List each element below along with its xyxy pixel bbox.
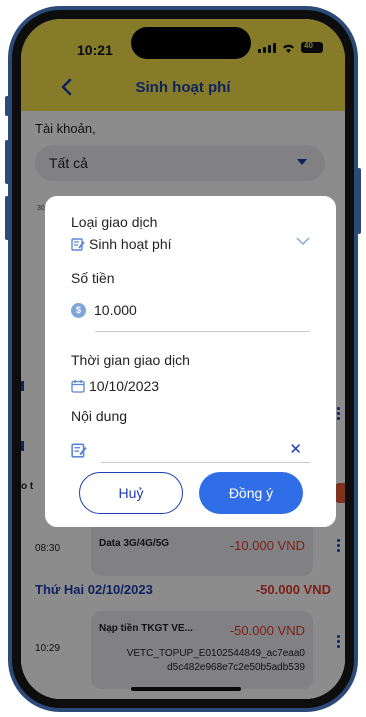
transaction-name: Data 3G/4G/5G: [99, 538, 170, 549]
transaction-time: 08:30: [35, 543, 61, 554]
peek-text: o t: [21, 481, 34, 492]
more-options-icon[interactable]: [337, 539, 341, 554]
app-header: 10:21 40 Sinh hoạt phí: [21, 19, 345, 111]
list-marker: [21, 381, 24, 391]
content-underline: [101, 462, 310, 463]
edit-note-icon: [71, 443, 87, 458]
battery-icon: 40: [301, 41, 323, 53]
more-options-icon[interactable]: [337, 635, 341, 650]
confirm-button[interactable]: Đồng ý: [199, 472, 303, 514]
transaction-name: Nạp tiền TKGT VE...: [99, 623, 193, 634]
edit-note-icon: [71, 238, 85, 251]
calendar-icon: [71, 380, 85, 393]
cancel-button[interactable]: Huỷ: [79, 472, 183, 514]
transaction-amount: -50.000 VND: [229, 623, 305, 638]
list-marker: [21, 441, 24, 451]
transaction-note-line: VETC_TOPUP_E0102544849_ac7eaa0: [126, 648, 305, 659]
transaction-note: VETC_TOPUP_E0102544849_ac7eaa0 d5c482e96…: [127, 647, 305, 675]
account-select[interactable]: Tất cả: [35, 145, 325, 181]
transaction-dialog: Loại giao dịch Sinh hoạt phí Số tiền $ 1…: [45, 196, 336, 527]
amount-underline: [95, 331, 310, 332]
content-label: Nội dung: [71, 408, 128, 424]
date-field[interactable]: 10/10/2023: [71, 378, 159, 394]
transaction-type-select[interactable]: Sinh hoạt phí: [71, 236, 172, 252]
amount-label: Số tiền: [71, 270, 115, 286]
transaction-type-label: Loại giao dịch: [71, 214, 158, 230]
status-icons: 40: [258, 41, 323, 53]
content-field[interactable]: [71, 442, 91, 458]
transaction-amount: -10.000 VND: [229, 538, 305, 553]
amount-field[interactable]: $ 10.000: [71, 302, 137, 318]
more-options-icon[interactable]: [337, 407, 341, 422]
transaction-time: 10:29: [35, 643, 61, 654]
account-label: Tài khoản,: [35, 121, 96, 136]
battery-level: 40: [304, 41, 313, 50]
day-total: -50.000 VND: [255, 582, 331, 597]
peek-badge: [335, 483, 345, 503]
day-label: Thứ Hai 02/10/2023: [35, 582, 153, 597]
dynamic-island: [131, 27, 251, 59]
transaction-time-label: Thời gian giao dịch: [71, 352, 190, 368]
page-title: Sinh hoạt phí: [135, 79, 231, 96]
dropdown-triangle-icon: [297, 159, 307, 165]
date-value: 10/10/2023: [89, 378, 160, 394]
status-time: 10:21: [77, 42, 113, 58]
home-indicator: [131, 687, 241, 691]
money-icon: $: [71, 302, 86, 318]
transaction-note-line: d5c482e968e7c2e50b5adb539: [167, 662, 305, 673]
chevron-down-icon[interactable]: [296, 236, 310, 246]
clear-icon[interactable]: ✕: [289, 440, 302, 458]
transaction-type-value: Sinh hoạt phí: [89, 236, 172, 252]
amount-value: 10.000: [94, 302, 137, 318]
transaction-card[interactable]: Nạp tiền TKGT VE... -50.000 VND VETC_TOP…: [91, 611, 313, 689]
signal-icon: [258, 42, 276, 53]
account-select-value: Tất cả: [49, 155, 88, 171]
wifi-icon: [283, 44, 294, 53]
